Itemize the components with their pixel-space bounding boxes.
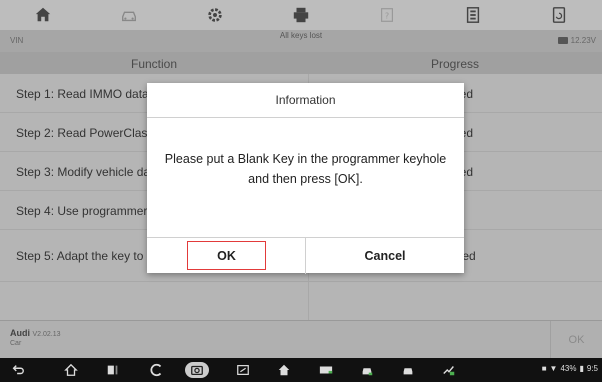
screen: ? VIN All keys lost 12.23V Function Prog… xyxy=(0,0,602,382)
car-service-button[interactable] xyxy=(359,362,375,378)
home-nav-button[interactable] xyxy=(63,362,79,378)
make-label: Audi xyxy=(10,328,30,338)
vci-icon xyxy=(150,363,162,377)
back-icon xyxy=(12,365,24,375)
battery-level: 43% xyxy=(560,364,577,373)
print-button[interactable] xyxy=(258,0,344,30)
progress-header: Progress xyxy=(430,57,480,71)
back-button[interactable] xyxy=(10,362,26,378)
dialog-button-bar: OK Cancel xyxy=(147,237,464,274)
home-icon xyxy=(35,7,51,22)
table-header: Function Progress xyxy=(0,52,602,74)
battery-status-icon: ▮ xyxy=(579,364,584,373)
vci-button[interactable] xyxy=(149,362,165,378)
wifi-icon: ▼ xyxy=(549,364,558,373)
voltage-value: 12.23V xyxy=(570,36,596,45)
nav-home-icon xyxy=(64,363,78,376)
function-header: Function xyxy=(130,57,178,71)
recent-apps-icon xyxy=(107,365,118,375)
status-bar: ■ ▼ 43% ▮ 9:5 xyxy=(542,364,598,373)
information-dialog: Information Please put a Blank Key in th… xyxy=(147,83,464,274)
dialog-cancel-button[interactable]: Cancel xyxy=(306,238,464,274)
battery-icon xyxy=(557,37,568,44)
tpms-icon xyxy=(237,365,249,375)
bottom-app-bar: Audi V2.02.13 Car OK xyxy=(0,320,602,358)
repair-icon xyxy=(443,366,455,376)
vehicle-swap-icon xyxy=(122,11,136,22)
function-cell: Step 3: Modify vehicle data xyxy=(16,165,161,179)
datalogging-button[interactable] xyxy=(516,0,602,30)
function-cell: Step 1: Read IMMO data xyxy=(16,87,149,101)
launcher-home-button[interactable] xyxy=(276,362,292,378)
ok-button[interactable]: OK xyxy=(550,321,602,358)
top-toolbar: ? xyxy=(0,0,602,30)
function-cell: Step 4: Use programmer xyxy=(16,204,148,218)
vehicle-type: Car xyxy=(10,340,22,347)
repair-button[interactable] xyxy=(441,362,457,378)
home-outline-icon xyxy=(278,364,290,376)
software-version: V2.02.13 xyxy=(32,331,61,338)
system-nav-bar: ■ ▼ 43% ▮ 9:5 xyxy=(0,358,602,382)
car-icon xyxy=(403,368,413,375)
dialog-title: Information xyxy=(147,83,464,118)
camera-icon xyxy=(191,365,203,376)
help-button[interactable]: ? xyxy=(344,0,430,30)
car-button[interactable] xyxy=(400,362,416,378)
svg-text:?: ? xyxy=(385,11,389,21)
voltage-indicator: 12.23V xyxy=(557,36,596,45)
vehicle-swap-button[interactable] xyxy=(86,0,172,30)
message-icon: ■ xyxy=(541,364,547,373)
recent-apps-button[interactable] xyxy=(105,362,121,378)
settings-icon xyxy=(208,8,222,22)
screenshot-button[interactable] xyxy=(185,362,209,378)
save-icon xyxy=(466,7,480,23)
function-cell: Step 2: Read PowerClass xyxy=(16,126,154,140)
home-button[interactable] xyxy=(0,0,86,30)
help-icon: ? xyxy=(381,8,393,22)
save-button[interactable] xyxy=(430,0,516,30)
clock: 9:5 xyxy=(586,364,598,373)
print-icon xyxy=(293,7,309,23)
datalogging-icon xyxy=(552,7,566,23)
vehicle-info-bar: VIN All keys lost 12.23V xyxy=(0,30,602,52)
function-title: All keys lost xyxy=(279,31,323,40)
vci-status-icon xyxy=(319,366,333,374)
dialog-message: Please put a Blank Key in the programmer… xyxy=(164,152,447,186)
tpms-button[interactable] xyxy=(235,362,251,378)
vci-status-button[interactable] xyxy=(318,362,334,378)
car-service-icon xyxy=(362,368,373,376)
settings-button[interactable] xyxy=(172,0,258,30)
dialog-ok-button[interactable]: OK xyxy=(187,241,266,270)
vehicle-make: Audi V2.02.13 xyxy=(10,328,61,338)
